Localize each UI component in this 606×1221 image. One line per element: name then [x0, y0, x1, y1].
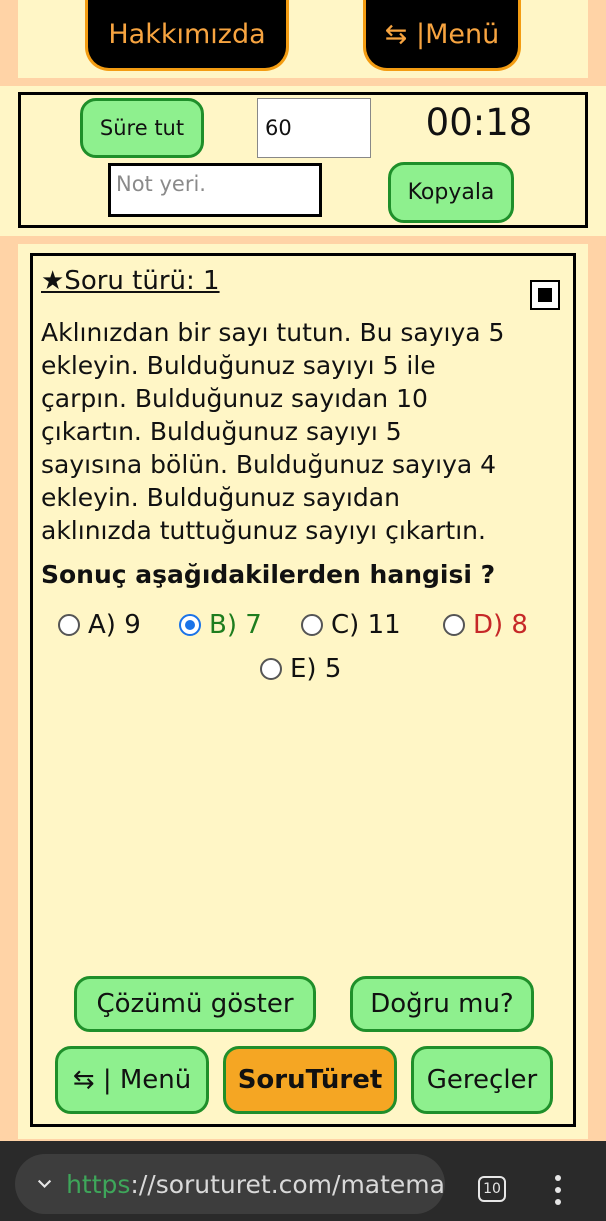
- option-label: B) 7: [209, 610, 262, 640]
- stop-icon[interactable]: [530, 280, 560, 310]
- tab-count-icon[interactable]: 10: [478, 1176, 506, 1202]
- question-card: ★Soru türü: 1 Aklınızdan bir sayı tutun.…: [30, 253, 576, 1127]
- chevron-down-icon[interactable]: [37, 1175, 52, 1193]
- option-c[interactable]: C) 11: [301, 610, 401, 640]
- question-line: aklınızda tuttuğunuz sayıyı çıkartın.: [41, 516, 486, 545]
- option-label: D) 8: [473, 610, 528, 640]
- radio-button[interactable]: [443, 614, 465, 636]
- more-options-icon[interactable]: [552, 1173, 564, 1207]
- timer-panel: Süre tut 60 00:18 Not yeri. Kopyala: [18, 92, 588, 228]
- question-line: sayısına bölün. Bulduğunuz sayıya 4: [41, 450, 497, 479]
- option-label: E) 5: [290, 654, 342, 684]
- top-menu-button[interactable]: ⇆ |Menü: [363, 0, 521, 71]
- radio-button[interactable]: [260, 658, 282, 680]
- radio-button[interactable]: [179, 614, 201, 636]
- url-path: ://soruturet.com/matema: [130, 1169, 445, 1199]
- question-prompt: Sonuç aşağıdakilerden hangisi ?: [41, 560, 496, 589]
- start-timer-button[interactable]: Süre tut: [80, 98, 204, 158]
- timer-display: 00:18: [425, 101, 533, 144]
- url-scheme: https: [66, 1169, 131, 1199]
- url-text: https://soruturet.com/matema: [66, 1170, 445, 1199]
- option-d[interactable]: D) 8: [443, 610, 528, 640]
- tools-button[interactable]: Gereçler: [411, 1046, 553, 1114]
- question-type-label: ★Soru türü: 1: [41, 266, 220, 296]
- menu-button[interactable]: ⇆ | Menü: [55, 1046, 209, 1114]
- option-a[interactable]: A) 9: [58, 610, 141, 640]
- check-answer-button[interactable]: Doğru mu?: [350, 976, 534, 1032]
- question-line: çarpın. Bulduğunuz sayıdan 10: [41, 384, 428, 413]
- seconds-input[interactable]: 60: [257, 98, 371, 158]
- option-label: C) 11: [331, 610, 401, 640]
- radio-button[interactable]: [301, 614, 323, 636]
- about-button[interactable]: Hakkımızda: [85, 0, 289, 71]
- question-line: ekleyin. Bulduğunuz sayıyı 5 ile: [41, 351, 436, 380]
- note-field[interactable]: Not yeri.: [108, 163, 322, 217]
- generate-button[interactable]: SoruTüret: [223, 1046, 397, 1114]
- question-line: Aklınızdan bir sayı tutun. Bu sayıya 5: [41, 318, 505, 347]
- show-solution-button[interactable]: Çözümü göster: [74, 976, 316, 1032]
- question-line: çıkartın. Bulduğunuz sayıyı 5: [41, 417, 402, 446]
- copy-button[interactable]: Kopyala: [388, 162, 514, 223]
- question-text: Aklınızdan bir sayı tutun. Bu sayıya 5 e…: [41, 316, 569, 547]
- browser-bar: https://soruturet.com/matema 10: [0, 1141, 606, 1221]
- url-bar[interactable]: https://soruturet.com/matema: [15, 1154, 445, 1214]
- option-e[interactable]: E) 5: [260, 654, 341, 684]
- option-label: A) 9: [88, 610, 141, 640]
- option-b[interactable]: B) 7: [179, 610, 262, 640]
- question-line: ekleyin. Bulduğunuz sayıdan: [41, 483, 400, 512]
- radio-button[interactable]: [58, 614, 80, 636]
